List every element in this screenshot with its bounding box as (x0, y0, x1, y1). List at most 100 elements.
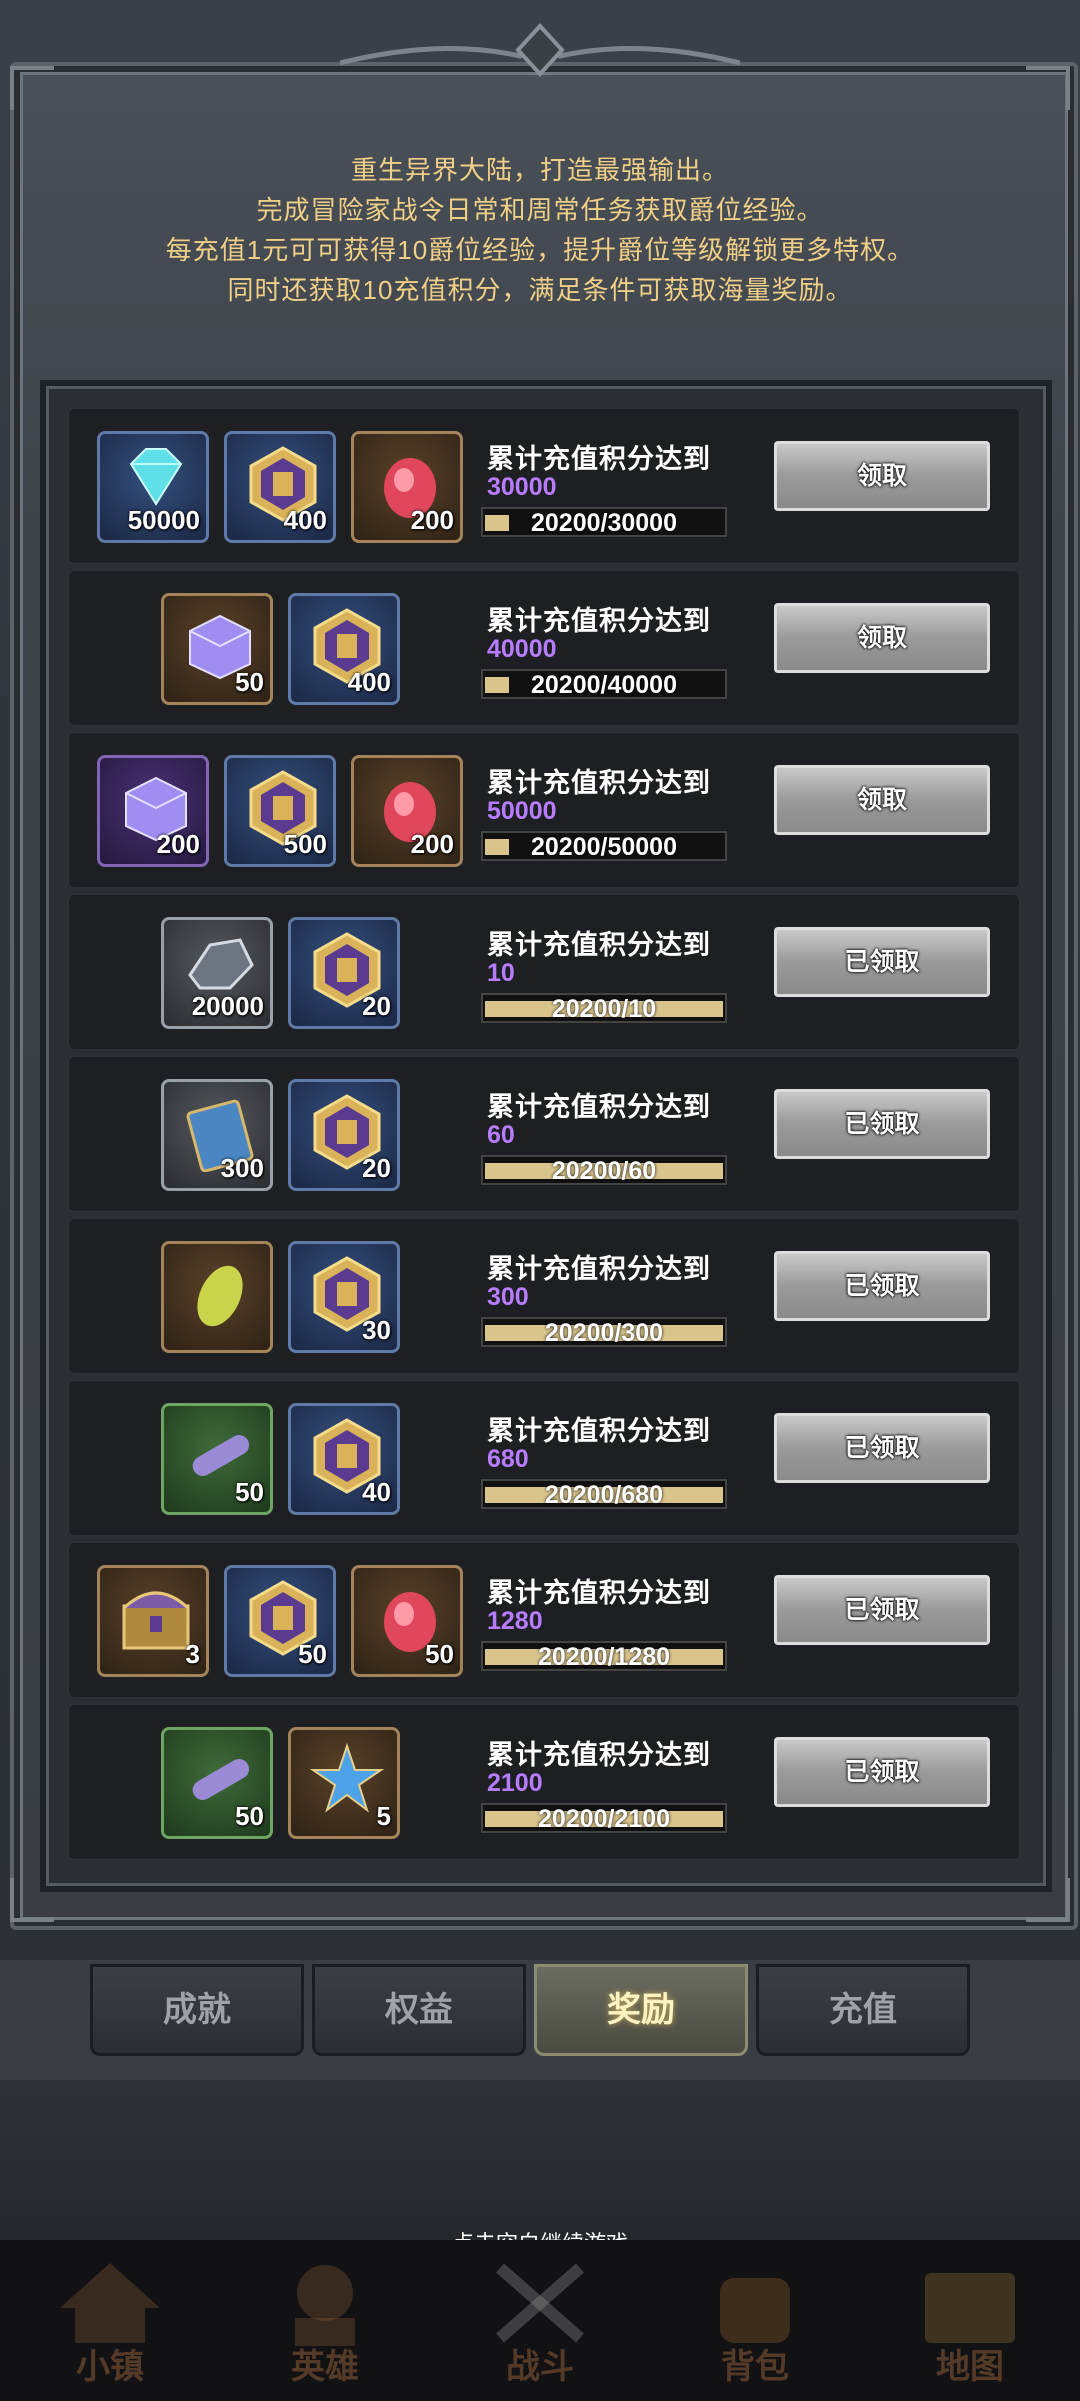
progress-text: 20200/10 (551, 995, 657, 1023)
item-quantity: 50000 (127, 505, 200, 535)
backpack-icon (720, 2278, 790, 2343)
reward-row: 20000 20 累计充值积分达到 10 20200/10 已领取 (68, 894, 1020, 1050)
progress-bar: 20200/680 (481, 1479, 727, 1509)
item-quantity: 500 (283, 829, 327, 859)
item-quantity: 30 (362, 1315, 391, 1345)
tab-rewards[interactable]: 奖励 (534, 1964, 748, 2056)
reward-target: 50000 (487, 797, 557, 825)
reward-item[interactable]: 200 (351, 755, 463, 867)
progress-text: 20200/50000 (531, 833, 677, 861)
reward-item[interactable]: 3 (97, 1565, 209, 1677)
item-quantity: 50 (425, 1639, 454, 1669)
backdrop-area[interactable] (0, 2080, 1080, 2240)
reward-item[interactable]: 20 (288, 917, 400, 1029)
item-quantity: 20000 (191, 991, 264, 1021)
reward-target: 30000 (487, 473, 557, 501)
claimed-button[interactable]: 已领取 (774, 1737, 990, 1807)
claim-button[interactable]: 领取 (774, 441, 990, 511)
reward-item[interactable]: 200 (97, 755, 209, 867)
progress-bar: 20200/50000 (481, 831, 727, 861)
nav-backpack[interactable]: 背包 (655, 2250, 855, 2400)
item-quantity: 20 (362, 991, 391, 1021)
reward-item[interactable]: 50000 (97, 431, 209, 543)
reward-condition: 累计充值积分达到 (487, 1740, 711, 1770)
tab-recharge[interactable]: 充值 (756, 1964, 970, 2056)
reward-items: 300 20 (69, 1057, 449, 1211)
reward-item[interactable]: 300 (161, 1079, 273, 1191)
tab-benefits[interactable]: 权益 (312, 1964, 526, 2056)
corner-ornament-icon (10, 66, 54, 110)
reward-row: 200 500 200 累计充值积分达到 50000 20200/50000 领取 (68, 732, 1020, 888)
reward-item[interactable]: 5 (288, 1727, 400, 1839)
intro-line: 同时还获取10充值积分，满足条件可获取海量奖励。 (227, 275, 853, 305)
reward-item[interactable]: 20 (288, 1079, 400, 1191)
nav-hero[interactable]: 英雄 (225, 2250, 425, 2400)
reward-item[interactable]: 50 (351, 1565, 463, 1677)
progress-text: 20200/1280 (537, 1643, 671, 1671)
reward-items: 3 50 50 (69, 1543, 463, 1697)
reward-item[interactable] (161, 1241, 273, 1353)
nav-map[interactable]: 地图 (870, 2250, 1070, 2400)
intro-line: 每充值1元可可获得10爵位经验，提升爵位等级解锁更多特权。 (165, 235, 915, 265)
claimed-button[interactable]: 已领取 (774, 1413, 990, 1483)
reward-items: 30 (69, 1219, 449, 1373)
reward-item[interactable]: 500 (224, 755, 336, 867)
nav-label: 背包 (721, 2348, 789, 2386)
nav-label: 地图 (936, 2348, 1004, 2386)
bottom-nav: 小镇 英雄 战斗 背包 地图 (0, 2240, 1080, 2401)
reward-item[interactable]: 30 (288, 1241, 400, 1353)
reward-item[interactable]: 200 (351, 431, 463, 543)
claimed-button[interactable]: 已领取 (774, 1251, 990, 1321)
progress-text: 20200/30000 (531, 509, 677, 537)
item-quantity: 400 (283, 505, 327, 535)
item-quantity: 50 (235, 1801, 264, 1831)
nav-label: 英雄 (291, 2348, 359, 2386)
reward-item[interactable]: 50 (161, 593, 273, 705)
tab-achievement[interactable]: 成就 (90, 1964, 304, 2056)
reward-row: 30 累计充值积分达到 300 20200/300 已领取 (68, 1218, 1020, 1374)
reward-items: 50 40 (69, 1381, 449, 1535)
reward-item[interactable]: 50 (161, 1727, 273, 1839)
reward-item[interactable]: 40 (288, 1403, 400, 1515)
claimed-button[interactable]: 已领取 (774, 927, 990, 997)
progress-bar: 20200/30000 (481, 507, 727, 537)
reward-item[interactable]: 400 (288, 593, 400, 705)
reward-condition: 累计充值积分达到 (487, 1578, 711, 1608)
claimed-button[interactable]: 已领取 (774, 1575, 990, 1645)
claimed-button[interactable]: 已领取 (774, 1089, 990, 1159)
reward-target: 40000 (487, 635, 557, 663)
reward-row: 50000 400 200 累计充值积分达到 30000 20200/30000 领取 (68, 408, 1020, 564)
reward-row: 50 400 累计充值积分达到 40000 20200/40000 领取 (68, 570, 1020, 726)
claim-button[interactable]: 领取 (774, 603, 990, 673)
reward-items: 20000 20 (69, 895, 449, 1049)
item-quantity: 5 (376, 1801, 391, 1831)
reward-target: 1280 (487, 1607, 543, 1635)
reward-items: 50 5 (69, 1705, 449, 1859)
tab-bar: 成就 权益 奖励 充值 (90, 1964, 990, 2058)
reward-list[interactable]: 50000 400 200 累计充值积分达到 30000 20200/30000 领取 50 4… (40, 380, 1052, 1892)
item-quantity: 3 (185, 1639, 200, 1669)
reward-condition: 累计充值积分达到 (487, 768, 711, 798)
nav-battle[interactable]: 战斗 (440, 2250, 640, 2400)
progress-bar: 20200/300 (481, 1317, 727, 1347)
reward-item[interactable]: 50 (224, 1565, 336, 1677)
nav-label: 小镇 (76, 2348, 144, 2386)
claim-button[interactable]: 领取 (774, 765, 990, 835)
progress-text: 20200/60 (551, 1157, 657, 1185)
hero-icon (295, 2265, 355, 2346)
map-icon (925, 2273, 1015, 2343)
corner-ornament-icon (1026, 66, 1070, 110)
town-icon (60, 2263, 160, 2343)
reward-item[interactable]: 400 (224, 431, 336, 543)
item-quantity: 200 (156, 829, 200, 859)
reward-items: 200 500 200 (69, 733, 463, 887)
reward-condition: 累计充值积分达到 (487, 1092, 711, 1122)
item-quantity: 200 (410, 505, 454, 535)
reward-item[interactable]: 20000 (161, 917, 273, 1029)
nav-town[interactable]: 小镇 (10, 2250, 210, 2400)
progress-bar: 20200/60 (481, 1155, 727, 1185)
progress-text: 20200/40000 (531, 671, 677, 699)
reward-condition: 累计充值积分达到 (487, 606, 711, 636)
reward-item[interactable]: 50 (161, 1403, 273, 1515)
item-quantity: 200 (410, 829, 454, 859)
